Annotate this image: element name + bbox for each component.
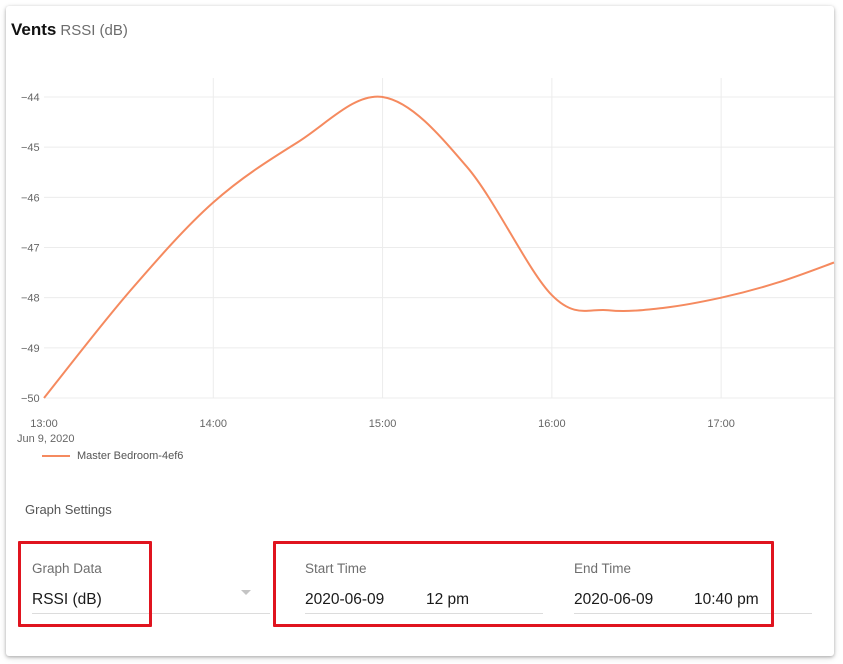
chevron-down-icon[interactable] bbox=[241, 590, 251, 595]
y-tick-label: −47 bbox=[21, 243, 40, 255]
y-tick-label: −50 bbox=[21, 393, 40, 405]
x-tick-label: 15:00 bbox=[369, 418, 397, 430]
y-tick-label: −48 bbox=[21, 293, 40, 305]
x-tick-label: 14:00 bbox=[200, 418, 228, 430]
y-tick-label: −49 bbox=[21, 343, 40, 355]
x-tick-sublabel: Jun 9, 2020 bbox=[17, 433, 75, 445]
legend-label: Master Bedroom-4ef6 bbox=[77, 450, 184, 462]
y-tick-label: −44 bbox=[21, 92, 40, 104]
graph-settings-title: Graph Settings bbox=[25, 502, 112, 517]
y-tick-label: −45 bbox=[21, 142, 40, 154]
rssi-line-chart: −44 −45 −46 −47 −48 −49 −50 13:00 14:00 15:00 16:0… bbox=[17, 78, 835, 445]
x-tick-label: 17:00 bbox=[707, 418, 735, 430]
time-range-highlight-box bbox=[273, 541, 774, 627]
y-tick-label: −46 bbox=[21, 192, 40, 204]
chart-legend[interactable]: Master Bedroom-4ef6 bbox=[42, 450, 183, 462]
graph-data-highlight-box bbox=[18, 541, 152, 627]
legend-swatch bbox=[42, 455, 70, 457]
x-tick-label: 13:00 bbox=[30, 418, 58, 430]
x-tick-label: 16:00 bbox=[538, 418, 566, 430]
